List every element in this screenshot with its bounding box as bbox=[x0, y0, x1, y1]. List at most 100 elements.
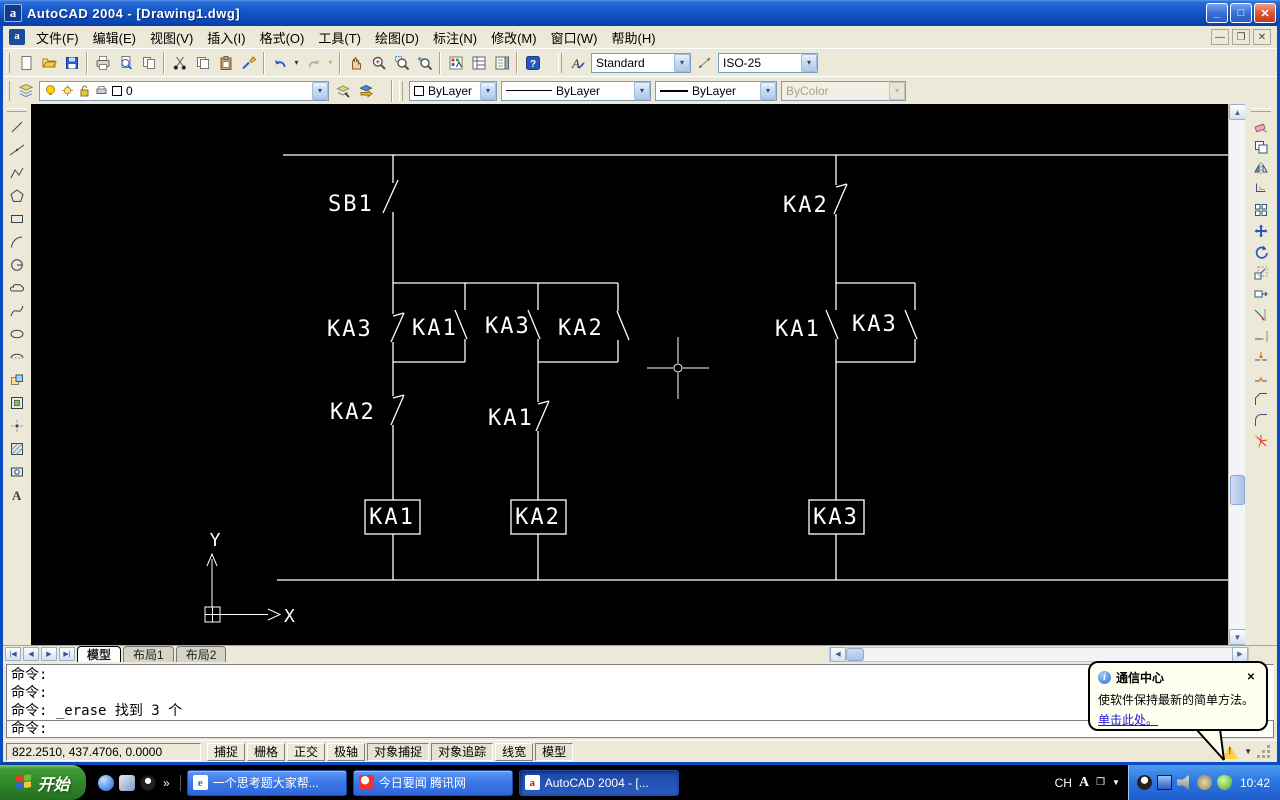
combo-dropdown-icon[interactable] bbox=[801, 54, 817, 72]
quick-launch-messenger-icon[interactable] bbox=[98, 775, 114, 791]
layer-manager-button[interactable] bbox=[14, 79, 37, 102]
trim-tool-button[interactable] bbox=[1250, 304, 1273, 325]
stretch-tool-button[interactable] bbox=[1250, 283, 1273, 304]
chamfer-tool-button[interactable] bbox=[1250, 388, 1273, 409]
tab-layout1[interactable]: 布局1 bbox=[123, 646, 174, 662]
cut-button[interactable] bbox=[168, 51, 191, 74]
quick-launch-qq-icon[interactable] bbox=[140, 775, 156, 791]
taskbar-task-tencent[interactable]: 今日要闻 腾讯网 bbox=[353, 770, 513, 796]
layer-combo[interactable]: 0 bbox=[39, 81, 329, 101]
command-history[interactable]: 命令: 命令: 命令: _erase 找到 3 个 bbox=[6, 664, 1274, 720]
extend-tool-button[interactable] bbox=[1250, 325, 1273, 346]
construction-line-tool-button[interactable] bbox=[6, 138, 29, 161]
menu-dimension[interactable]: 标注(N) bbox=[426, 26, 484, 49]
design-center-button[interactable] bbox=[467, 51, 490, 74]
toolbar-grip[interactable] bbox=[6, 81, 10, 101]
scroll-up-icon[interactable]: ▲ bbox=[1229, 104, 1246, 120]
match-properties-button[interactable] bbox=[237, 51, 260, 74]
toggle-model[interactable]: 模型 bbox=[535, 743, 573, 761]
text-style-combo[interactable]: Standard bbox=[591, 53, 691, 73]
toggle-osnap[interactable]: 对象捕捉 bbox=[367, 743, 429, 761]
tab-prev-icon[interactable]: ◀ bbox=[23, 647, 39, 661]
ime-keyboard-icon[interactable]: ❒ bbox=[1096, 777, 1105, 788]
break-at-point-tool-button[interactable] bbox=[1250, 346, 1273, 367]
menu-insert[interactable]: 插入(I) bbox=[200, 26, 252, 49]
mdi-close-button[interactable]: ✕ bbox=[1253, 29, 1271, 45]
linetype-combo[interactable]: ByLayer bbox=[501, 81, 651, 101]
tab-model[interactable]: 模型 bbox=[77, 646, 121, 662]
command-window[interactable]: 命令: 命令: 命令: _erase 找到 3 个 命令: bbox=[3, 662, 1277, 740]
start-button[interactable]: 开始 bbox=[0, 765, 86, 800]
mirror-tool-button[interactable] bbox=[1250, 157, 1273, 178]
paste-button[interactable] bbox=[214, 51, 237, 74]
combo-dropdown-icon[interactable] bbox=[312, 82, 328, 100]
tool-palettes-button[interactable] bbox=[490, 51, 513, 74]
maximize-button[interactable]: □ bbox=[1230, 3, 1252, 23]
tray-audio-muted-icon[interactable] bbox=[1177, 775, 1192, 790]
dim-style-button[interactable] bbox=[693, 51, 716, 74]
horizontal-scroll-thumb[interactable] bbox=[846, 648, 864, 661]
toolbar-grip[interactable] bbox=[6, 53, 10, 73]
erase-tool-button[interactable] bbox=[1250, 115, 1273, 136]
taskbar-task-autocad[interactable]: a AutoCAD 2004 - [... bbox=[519, 770, 679, 796]
zoom-realtime-button[interactable] bbox=[367, 51, 390, 74]
menu-view[interactable]: 视图(V) bbox=[143, 26, 200, 49]
hatch-tool-button[interactable] bbox=[6, 437, 29, 460]
ellipse-tool-button[interactable] bbox=[6, 322, 29, 345]
text-style-button[interactable]: A bbox=[566, 51, 589, 74]
vertical-scrollbar[interactable]: ▲ ▼ bbox=[1228, 104, 1245, 645]
combo-dropdown-icon[interactable] bbox=[480, 82, 496, 100]
quick-launch-overflow[interactable]: » bbox=[161, 776, 172, 790]
tray-volume-icon[interactable] bbox=[1197, 775, 1212, 790]
plot-button[interactable] bbox=[91, 51, 114, 74]
language-dropdown-icon[interactable]: ▼ bbox=[1112, 778, 1120, 787]
make-object-layer-current-button[interactable] bbox=[331, 79, 354, 102]
menu-edit[interactable]: 编辑(E) bbox=[86, 26, 143, 49]
make-block-tool-button[interactable] bbox=[6, 391, 29, 414]
menu-file[interactable]: 文件(F) bbox=[29, 26, 86, 49]
rectangle-tool-button[interactable] bbox=[6, 207, 29, 230]
toolbar-grip[interactable] bbox=[7, 108, 27, 112]
publish-button[interactable] bbox=[137, 51, 160, 74]
balloon-link[interactable]: 单击此处。 bbox=[1098, 711, 1158, 728]
undo-button[interactable] bbox=[268, 51, 291, 74]
toolbar-grip[interactable] bbox=[1251, 108, 1271, 112]
tab-first-icon[interactable]: |◀ bbox=[5, 647, 21, 661]
menu-format[interactable]: 格式(O) bbox=[253, 26, 312, 49]
move-tool-button[interactable] bbox=[1250, 220, 1273, 241]
offset-tool-button[interactable] bbox=[1250, 178, 1273, 199]
copy-button[interactable] bbox=[191, 51, 214, 74]
vertical-scroll-thumb[interactable] bbox=[1230, 475, 1245, 505]
tray-qq-icon[interactable] bbox=[1137, 775, 1152, 790]
menu-draw[interactable]: 绘图(D) bbox=[368, 26, 426, 49]
coordinate-readout[interactable]: 822.2510, 437.4706, 0.0000 bbox=[6, 743, 201, 761]
array-tool-button[interactable] bbox=[1250, 199, 1273, 220]
toggle-ortho[interactable]: 正交 bbox=[287, 743, 325, 761]
tab-layout2[interactable]: 布局2 bbox=[176, 646, 227, 662]
mdi-restore-button[interactable]: ❐ bbox=[1232, 29, 1250, 45]
new-file-button[interactable] bbox=[14, 51, 37, 74]
status-tray-dropdown-icon[interactable]: ▼ bbox=[1244, 747, 1252, 756]
toggle-snap[interactable]: 捕捉 bbox=[207, 743, 245, 761]
toolbar-grip[interactable] bbox=[399, 81, 403, 101]
open-button[interactable] bbox=[37, 51, 60, 74]
toggle-lineweight[interactable]: 线宽 bbox=[495, 743, 533, 761]
lineweight-combo[interactable]: ByLayer bbox=[655, 81, 777, 101]
polyline-tool-button[interactable] bbox=[6, 161, 29, 184]
revision-cloud-tool-button[interactable] bbox=[6, 276, 29, 299]
pan-realtime-button[interactable] bbox=[344, 51, 367, 74]
redo-button[interactable] bbox=[302, 51, 325, 74]
toggle-grid[interactable]: 栅格 bbox=[247, 743, 285, 761]
tab-next-icon[interactable]: ▶ bbox=[41, 647, 57, 661]
taskbar-task-ie[interactable]: e 一个思考题大家帮... bbox=[187, 770, 347, 796]
save-button[interactable] bbox=[60, 51, 83, 74]
tray-network-icon[interactable] bbox=[1157, 775, 1172, 790]
scroll-down-icon[interactable]: ▼ bbox=[1229, 629, 1246, 645]
spline-tool-button[interactable] bbox=[6, 299, 29, 322]
menu-tools[interactable]: 工具(T) bbox=[311, 26, 368, 49]
break-tool-button[interactable] bbox=[1250, 367, 1273, 388]
scroll-left-icon[interactable]: ◀ bbox=[830, 647, 846, 662]
point-tool-button[interactable] bbox=[6, 414, 29, 437]
layer-previous-button[interactable] bbox=[354, 79, 377, 102]
region-tool-button[interactable] bbox=[6, 460, 29, 483]
